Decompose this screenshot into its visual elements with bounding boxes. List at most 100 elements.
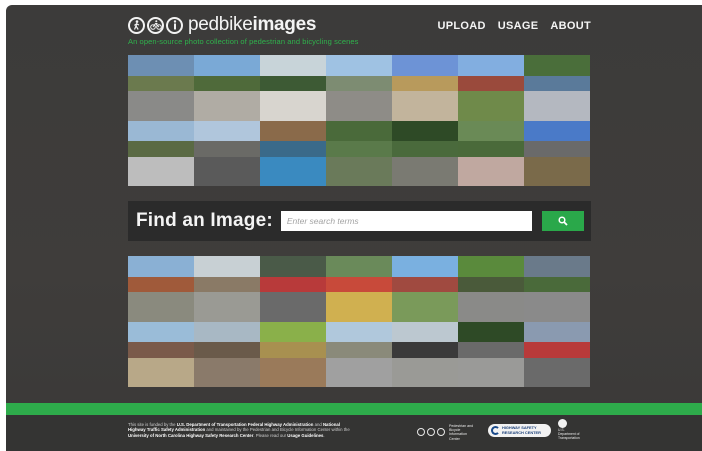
bottom-photo-thumbnail[interactable] [260,321,326,387]
footer-hsrc-link[interactable]: University of North Carolina Highway Saf… [128,433,253,438]
pbic-label: Pedestrian and Bicycle Information Cente… [449,424,474,441]
pbic-logo[interactable]: Pedestrian and Bicycle Information Cente… [417,424,477,441]
bottom-photo-thumbnail[interactable] [194,321,260,387]
logo-icons [128,16,183,34]
photo-ground [128,91,194,121]
photo-ground [458,91,524,121]
footer-text-5: and maintained by the Pedestrian and Bic… [205,427,350,433]
site-footer: This site is funded by the U.S. Departme… [6,415,702,451]
top-photo-thumbnail[interactable] [128,55,194,121]
info-icon [166,16,183,34]
top-photo-thumbnail[interactable] [326,120,392,186]
bottom-photo-thumbnail[interactable] [260,256,326,322]
top-photo-thumbnail[interactable] [458,120,524,186]
top-photo-thumbnail[interactable] [326,55,392,121]
bottom-photo-thumbnail[interactable] [326,256,392,322]
photo-grid-top [128,55,590,186]
photo-ground [128,156,194,186]
top-photo-thumbnail[interactable] [194,55,260,121]
footer-usage-guidelines-link[interactable]: Usage Guidelines [287,433,323,438]
photo-ground [326,292,392,322]
swoosh-icon [491,426,500,435]
top-photo-thumbnail[interactable] [128,120,194,186]
bottom-photo-thumbnail[interactable] [392,256,458,322]
bottom-photo-thumbnail[interactable] [194,256,260,322]
nav-usage-link[interactable]: USAGE [498,20,539,32]
bottom-photo-thumbnail[interactable] [326,321,392,387]
photo-ground [194,156,260,186]
usdot-logo[interactable]: U.S. Department of Transportation [558,419,582,441]
photo-ground [392,292,458,322]
photo-ground [392,91,458,121]
photo-ground [524,91,590,121]
main-nav: UPLOAD USAGE ABOUT [438,20,591,32]
photo-ground [128,292,194,322]
logo-wordmark: pedbikeimages [188,14,316,36]
photo-ground [326,156,392,186]
usdot-seal-icon [558,419,567,428]
photo-ground [524,156,590,186]
photo-ground [326,91,392,121]
search-button[interactable] [541,211,584,231]
bottom-photo-thumbnail[interactable] [128,321,194,387]
nav-upload-link[interactable]: UPLOAD [438,20,486,32]
top-photo-thumbnail[interactable] [194,120,260,186]
page-frame: pedbikeimages An open-source photo colle… [6,5,702,451]
site-logo[interactable]: pedbikeimages [128,14,316,36]
bicycle-icon [147,16,164,34]
search-label: Find an Image: [136,210,273,231]
usdot-label: U.S. Department of Transportation [558,428,580,440]
search-input[interactable] [280,211,532,231]
photo-ground [326,357,392,387]
hsrc-logo[interactable]: HIGHWAY SAFETY RESEARCH CENTER [488,424,551,437]
footer-green-band [6,403,702,415]
search-icon [558,216,568,226]
photo-ground [194,357,260,387]
search-bar: Find an Image: [128,201,591,241]
photo-ground [392,357,458,387]
footer-credits: This site is funded by the U.S. Departme… [128,422,353,438]
photo-ground [458,357,524,387]
top-photo-thumbnail[interactable] [524,120,590,186]
footer-fhwa-link[interactable]: U.S. Department of Transportation Federa… [177,422,314,427]
bottom-photo-thumbnail[interactable] [524,321,590,387]
top-photo-thumbnail[interactable] [392,55,458,121]
hsrc-label: HIGHWAY SAFETY RESEARCH CENTER [502,425,541,435]
pedestrian-icon [128,16,145,34]
logo-text-light: pedbike [188,14,253,35]
footer-text-9: . [323,432,325,438]
top-photo-thumbnail[interactable] [458,55,524,121]
photo-ground [260,156,326,186]
logo-text-bold: images [252,14,317,35]
top-photo-thumbnail[interactable] [392,120,458,186]
footer-text-1: This site is funded by the [128,422,177,427]
bottom-photo-thumbnail[interactable] [458,256,524,322]
bicycle-icon [427,428,435,437]
hsrc-badge: HIGHWAY SAFETY RESEARCH CENTER [488,424,551,437]
bottom-photo-thumbnail[interactable] [128,256,194,322]
photo-ground [392,156,458,186]
footer-text-7: . Please read our [253,432,288,438]
top-photo-thumbnail[interactable] [260,55,326,121]
info-icon [437,428,445,437]
bottom-photo-thumbnail[interactable] [524,256,590,322]
bottom-photo-thumbnail[interactable] [458,321,524,387]
photo-ground [260,357,326,387]
bottom-photo-thumbnail[interactable] [392,321,458,387]
photo-ground [194,91,260,121]
pedestrian-icon [417,428,425,437]
photo-ground [524,292,590,322]
photo-ground [524,357,590,387]
photo-ground [458,156,524,186]
photo-ground [194,292,260,322]
photo-ground [128,357,194,387]
photo-ground [260,91,326,121]
top-photo-thumbnail[interactable] [260,120,326,186]
site-tagline: An open-source photo collection of pedes… [128,37,359,46]
footer-text-3: and [313,422,323,427]
photo-grid-bottom [128,256,590,387]
nav-about-link[interactable]: ABOUT [550,20,591,32]
top-photo-thumbnail[interactable] [524,55,590,121]
photo-ground [260,292,326,322]
photo-ground [458,292,524,322]
